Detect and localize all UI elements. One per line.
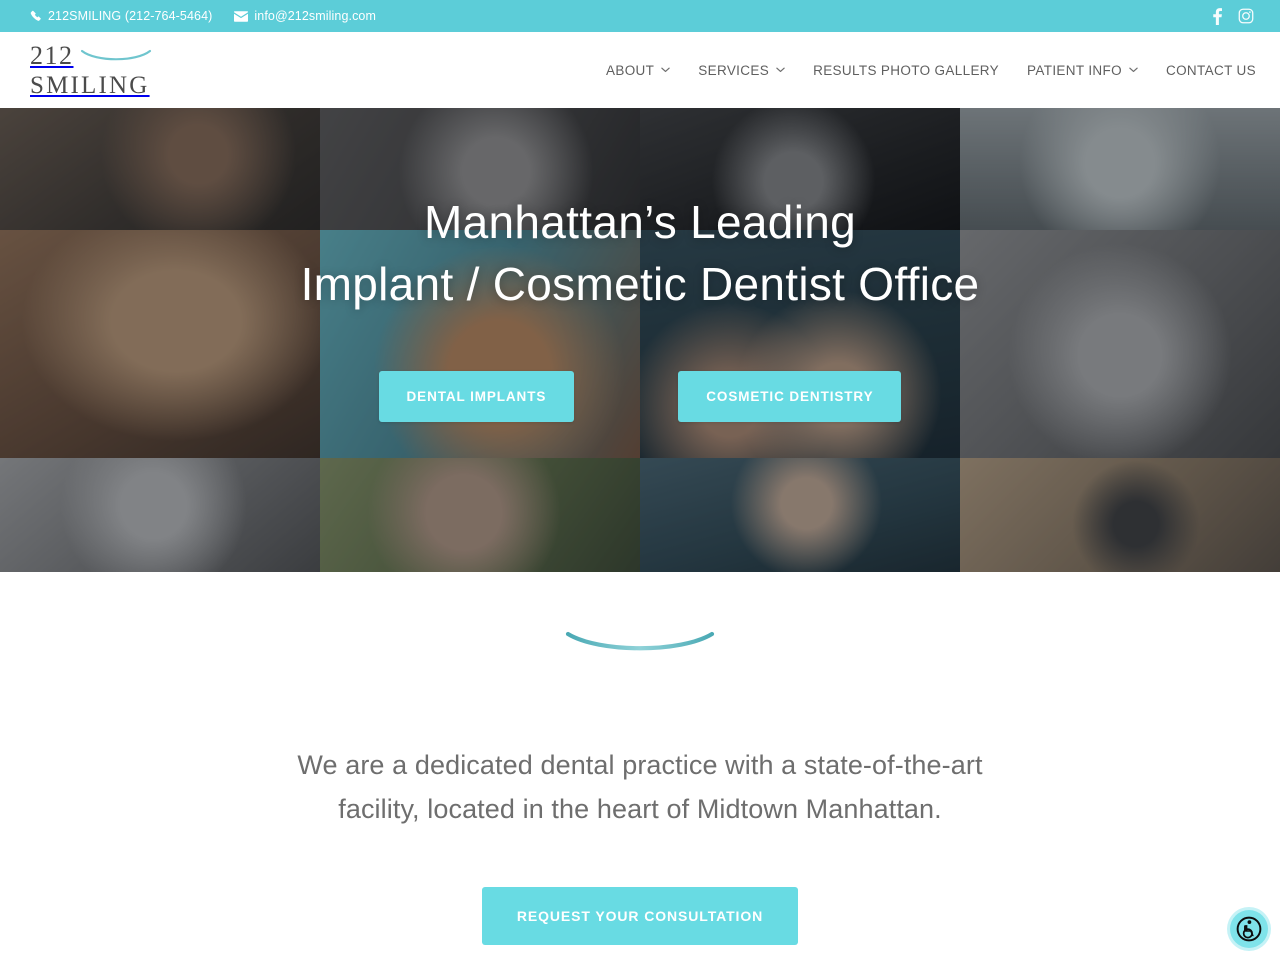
phone-link[interactable]: 212SMILING (212-764-5464) xyxy=(30,9,212,23)
nav-label: RESULTS PHOTO GALLERY xyxy=(813,62,1000,78)
smile-curve-divider-icon xyxy=(565,630,715,656)
chevron-down-icon xyxy=(661,67,670,73)
facebook-icon[interactable] xyxy=(1213,7,1222,25)
cosmetic-dentistry-button[interactable]: COSMETIC DENTISTRY xyxy=(678,371,902,423)
social-links-group xyxy=(1213,7,1254,25)
nav-label: PATIENT INFO xyxy=(1027,62,1122,78)
main-navigation: ABOUT SERVICES RESULTS PHOTO GALLERY PAT… xyxy=(592,63,1256,78)
hero-title-line-1: Manhattan’s Leading xyxy=(424,196,856,248)
intro-cta-wrapper: REQUEST YOUR CONSULTATION xyxy=(481,887,799,946)
nav-item-results-photo-gallery[interactable]: RESULTS PHOTO GALLERY xyxy=(799,63,1013,78)
logo-top-row: 212 xyxy=(30,40,152,70)
hero-title-line-2: Implant / Cosmetic Dentist Office xyxy=(300,257,980,310)
nav-item-patient-info[interactable]: PATIENT INFO xyxy=(1013,63,1152,78)
phone-icon xyxy=(30,10,42,22)
hero-content: Manhattan’s Leading Implant / Cosmetic D… xyxy=(0,108,1280,572)
request-consultation-button[interactable]: REQUEST YOUR CONSULTATION xyxy=(481,887,799,946)
site-header: 212 SMILING ABOUT SERVICES RESULTS PHOTO… xyxy=(0,32,1280,108)
accessibility-widget-button[interactable] xyxy=(1230,910,1268,948)
contact-info-group: 212SMILING (212-764-5464) info@212smilin… xyxy=(30,9,1213,23)
chevron-down-icon xyxy=(1129,67,1138,73)
nav-label: SERVICES xyxy=(698,62,770,78)
wheelchair-accessibility-icon xyxy=(1236,916,1262,942)
email-address-text: info@212smiling.com xyxy=(254,9,376,23)
logo-smile-curve-icon xyxy=(80,48,152,64)
email-link[interactable]: info@212smiling.com xyxy=(234,9,376,23)
chevron-down-icon xyxy=(776,67,785,73)
dental-implants-button[interactable]: DENTAL IMPLANTS xyxy=(378,371,575,423)
nav-item-about[interactable]: ABOUT xyxy=(592,63,684,78)
envelope-icon xyxy=(234,10,249,22)
hero-section: Manhattan’s Leading Implant / Cosmetic D… xyxy=(0,108,1280,572)
logo-text-212: 212 xyxy=(30,40,74,70)
nav-item-services[interactable]: SERVICES xyxy=(684,63,799,78)
hero-title: Manhattan’s Leading Implant / Cosmetic D… xyxy=(301,192,980,315)
hero-cta-group: DENTAL IMPLANTS COSMETIC DENTISTRY xyxy=(378,371,902,423)
nav-label: CONTACT US xyxy=(1165,62,1256,78)
nav-item-contact-us[interactable]: CONTACT US xyxy=(1152,63,1256,78)
intro-section: We are a dedicated dental practice with … xyxy=(0,572,1280,946)
logo-text-smiling: SMILING xyxy=(30,71,150,99)
instagram-icon[interactable] xyxy=(1238,8,1254,24)
nav-label: ABOUT xyxy=(606,62,655,78)
site-logo[interactable]: 212 SMILING xyxy=(30,40,152,99)
phone-number-text: 212SMILING (212-764-5464) xyxy=(48,9,213,23)
top-utility-bar: 212SMILING (212-764-5464) info@212smilin… xyxy=(0,0,1280,32)
intro-paragraph: We are a dedicated dental practice with … xyxy=(297,750,983,824)
